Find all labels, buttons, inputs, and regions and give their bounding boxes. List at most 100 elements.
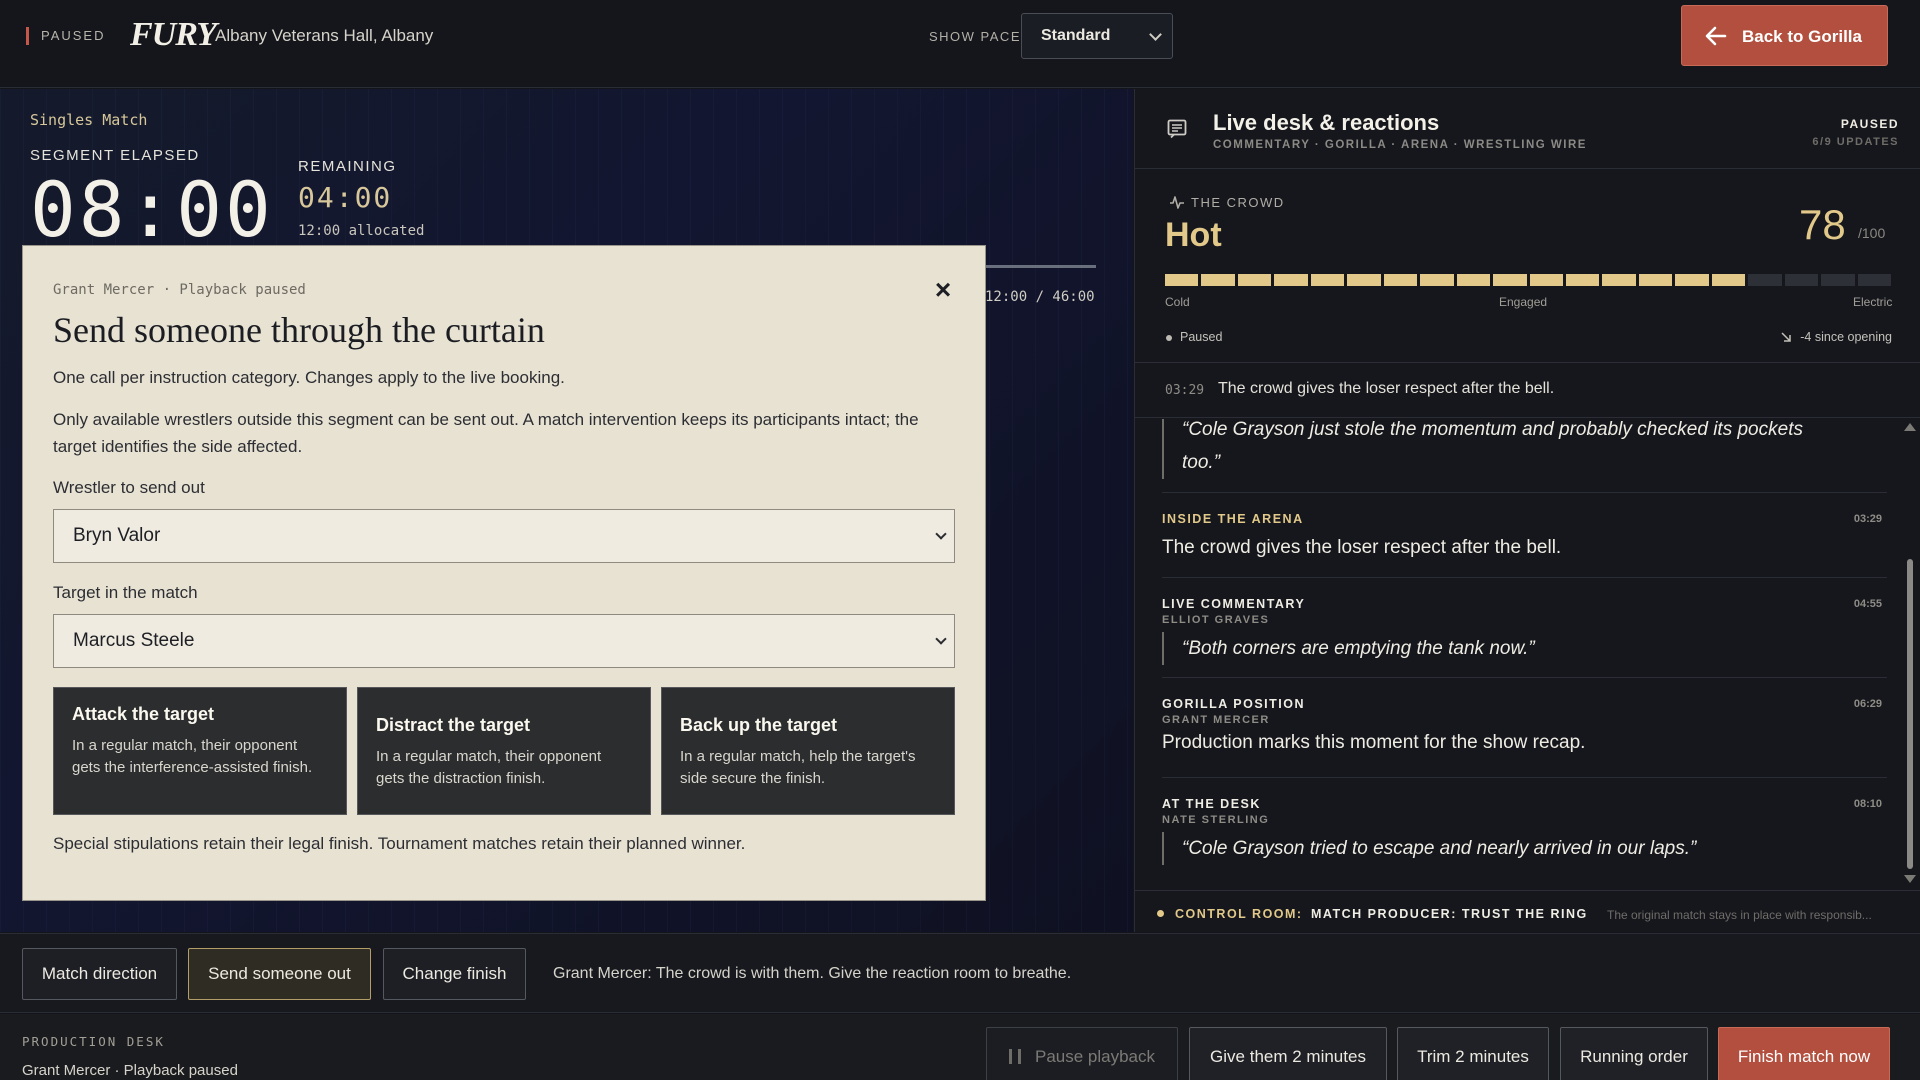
list-item: AT THE DESK 08:10 NATE STERLING “Cole Gr… [1162, 778, 1887, 889]
venue-name: Albany Veterans Hall, Albany [215, 26, 434, 45]
feed-time: 04:55 [1853, 598, 1882, 610]
status-badge: PAUSED [26, 27, 106, 45]
segment-elapsed-time: 08:00 [30, 165, 274, 254]
meter-segment [1420, 274, 1454, 286]
feed-quote: “Cole Grayson just stole the momentum an… [1162, 419, 1842, 479]
segment-elapsed-label: SEGMENT ELAPSED [30, 147, 200, 164]
feed-time: 08:10 [1853, 798, 1882, 810]
arrow-down-right-icon [1781, 332, 1792, 342]
chevron-down-icon [935, 528, 947, 540]
pulse-icon [1170, 196, 1184, 209]
match-direction-button[interactable]: Match direction [22, 948, 177, 1000]
feed-time: 06:29 [1853, 698, 1882, 710]
meter-segment [1602, 274, 1636, 286]
meter-segment [1565, 274, 1600, 286]
feed-text: Production marks this moment for the sho… [1162, 732, 1586, 753]
production-desk: PRODUCTION DESK Grant Mercer · Playback … [0, 1014, 1920, 1080]
meter-segment [1274, 274, 1308, 286]
control-room-ticker: CONTROL ROOM: MATCH PRODUCER: TRUST THE … [1135, 890, 1920, 932]
feed-category: AT THE DESK [1162, 797, 1261, 811]
wrestler-label: Wrestler to send out [53, 478, 205, 497]
running-order-button[interactable]: Running order [1560, 1027, 1708, 1080]
list-item: “Cole Grayson just stole the momentum an… [1162, 419, 1887, 493]
finish-match-button[interactable]: Finish match now [1718, 1027, 1890, 1080]
producer-note: Grant Mercer: The crowd is with them. Gi… [553, 965, 1072, 982]
feed-category: LIVE COMMENTARY [1162, 597, 1306, 611]
attack-target-option[interactable]: Attack the target In a regular match, th… [53, 687, 347, 815]
feed-time: 03:29 [1853, 513, 1882, 525]
crowd-score: 78 [1799, 201, 1846, 248]
production-desk-label: PRODUCTION DESK [22, 1034, 165, 1049]
control-room-sub: The original match stays in place with r… [1607, 908, 1872, 922]
meter-segment [1857, 274, 1892, 286]
meter-segment [1237, 274, 1272, 286]
panel-status: PAUSED [1840, 117, 1899, 131]
remaining-time: 04:00 [298, 181, 393, 214]
remaining-label: REMAINING [298, 158, 397, 175]
show-pace-label: SHOW PACE [929, 29, 1021, 44]
pause-icon [1008, 1049, 1021, 1064]
feed-category: GORILLA POSITION [1162, 697, 1305, 711]
meter-segment [1529, 274, 1563, 286]
dialog-footnote: Special stipulations retain their legal … [53, 834, 746, 853]
show-runtime: 12:00 / 46:00 [985, 289, 1095, 305]
crowd-score-max: /100 [1858, 225, 1886, 241]
feed-scrollbar[interactable] [1904, 419, 1916, 889]
trim-time-button[interactable]: Trim 2 minutes [1397, 1027, 1549, 1080]
scroll-down-icon[interactable] [1904, 875, 1916, 883]
crowd-latest-note: 03:29 The crowd gives the loser respect … [1135, 362, 1920, 418]
crowd-change: -4 since opening [1781, 330, 1892, 344]
back-up-target-option[interactable]: Back up the target In a regular match, h… [661, 687, 955, 815]
status-dot [1157, 910, 1164, 917]
control-room-text: MATCH PRODUCER: TRUST THE RING [1311, 907, 1588, 921]
meter-label-engaged: Engaged [1499, 295, 1548, 309]
scroll-thumb[interactable] [1907, 559, 1913, 869]
arrow-left-icon [1705, 26, 1727, 46]
show-pace-select[interactable]: Standard [1021, 13, 1173, 59]
live-desk-panel: Live desk & reactions COMMENTARY · GORIL… [1134, 89, 1920, 932]
target-select[interactable]: Marcus Steele [53, 614, 955, 668]
close-icon[interactable]: × [929, 276, 957, 304]
panel-title: Live desk & reactions [1213, 110, 1440, 135]
update-count: 6/9 UPDATES [1812, 136, 1899, 148]
meter-segment [1675, 274, 1709, 286]
allocated-time: 12:00 allocated [298, 223, 425, 239]
meter-segment [1784, 274, 1819, 286]
feed-author: GRANT MERCER [1162, 714, 1270, 726]
match-type: Singles Match [30, 111, 148, 129]
wrestler-select[interactable]: Bryn Valor [53, 509, 955, 563]
meter-label-cold: Cold [1165, 295, 1190, 309]
feed-quote: “Both corners are emptying the tank now.… [1162, 632, 1535, 665]
scroll-up-icon[interactable] [1904, 423, 1916, 431]
list-item: INSIDE THE ARENA 03:29 The crowd gives t… [1162, 493, 1887, 578]
feed-category: INSIDE THE ARENA [1162, 512, 1304, 526]
dialog-meta: Grant Mercer · Playback paused [53, 282, 306, 298]
crowd-label: THE CROWD [1170, 195, 1285, 210]
show-progress-bar [985, 265, 1096, 268]
pause-playback-button[interactable]: Pause playback [986, 1027, 1178, 1080]
feed-text: The crowd gives the loser respect after … [1162, 537, 1562, 558]
instruction-bar: Match direction Send someone out Change … [0, 933, 1920, 1013]
feed-quote: “Cole Grayson tried to escape and nearly… [1162, 832, 1696, 865]
meter-segment [1456, 274, 1491, 286]
reaction-feed[interactable]: “Cole Grayson just stole the momentum an… [1135, 419, 1920, 889]
distract-target-option[interactable]: Distract the target In a regular match, … [357, 687, 651, 815]
change-finish-button[interactable]: Change finish [383, 948, 526, 1000]
send-someone-out-button[interactable]: Send someone out [188, 948, 371, 1000]
target-label: Target in the match [53, 583, 198, 602]
meter-segment [1201, 274, 1235, 286]
crowd-mood: Hot [1165, 216, 1222, 254]
list-item: GORILLA POSITION 06:29 GRANT MERCER Prod… [1162, 678, 1887, 778]
back-to-gorilla-button[interactable]: Back to Gorilla [1681, 5, 1888, 66]
meter-segment [1638, 274, 1673, 286]
panel-subtitle: COMMENTARY · GORILLA · ARENA · WRESTLING… [1213, 139, 1587, 151]
chevron-down-icon [1149, 28, 1162, 41]
dialog-title: Send someone through the curtain [53, 310, 545, 350]
meter-segment [1821, 274, 1855, 286]
meter-segment [1310, 274, 1345, 286]
list-item: LIVE COMMENTARY 04:55 ELLIOT GRAVES “Bot… [1162, 578, 1887, 678]
send-out-dialog: Grant Mercer · Playback paused × Send so… [22, 245, 986, 901]
production-desk-status: Grant Mercer · Playback paused [22, 1062, 238, 1079]
give-time-button[interactable]: Give them 2 minutes [1189, 1027, 1387, 1080]
meter-label-electric: Electric [1853, 295, 1893, 309]
